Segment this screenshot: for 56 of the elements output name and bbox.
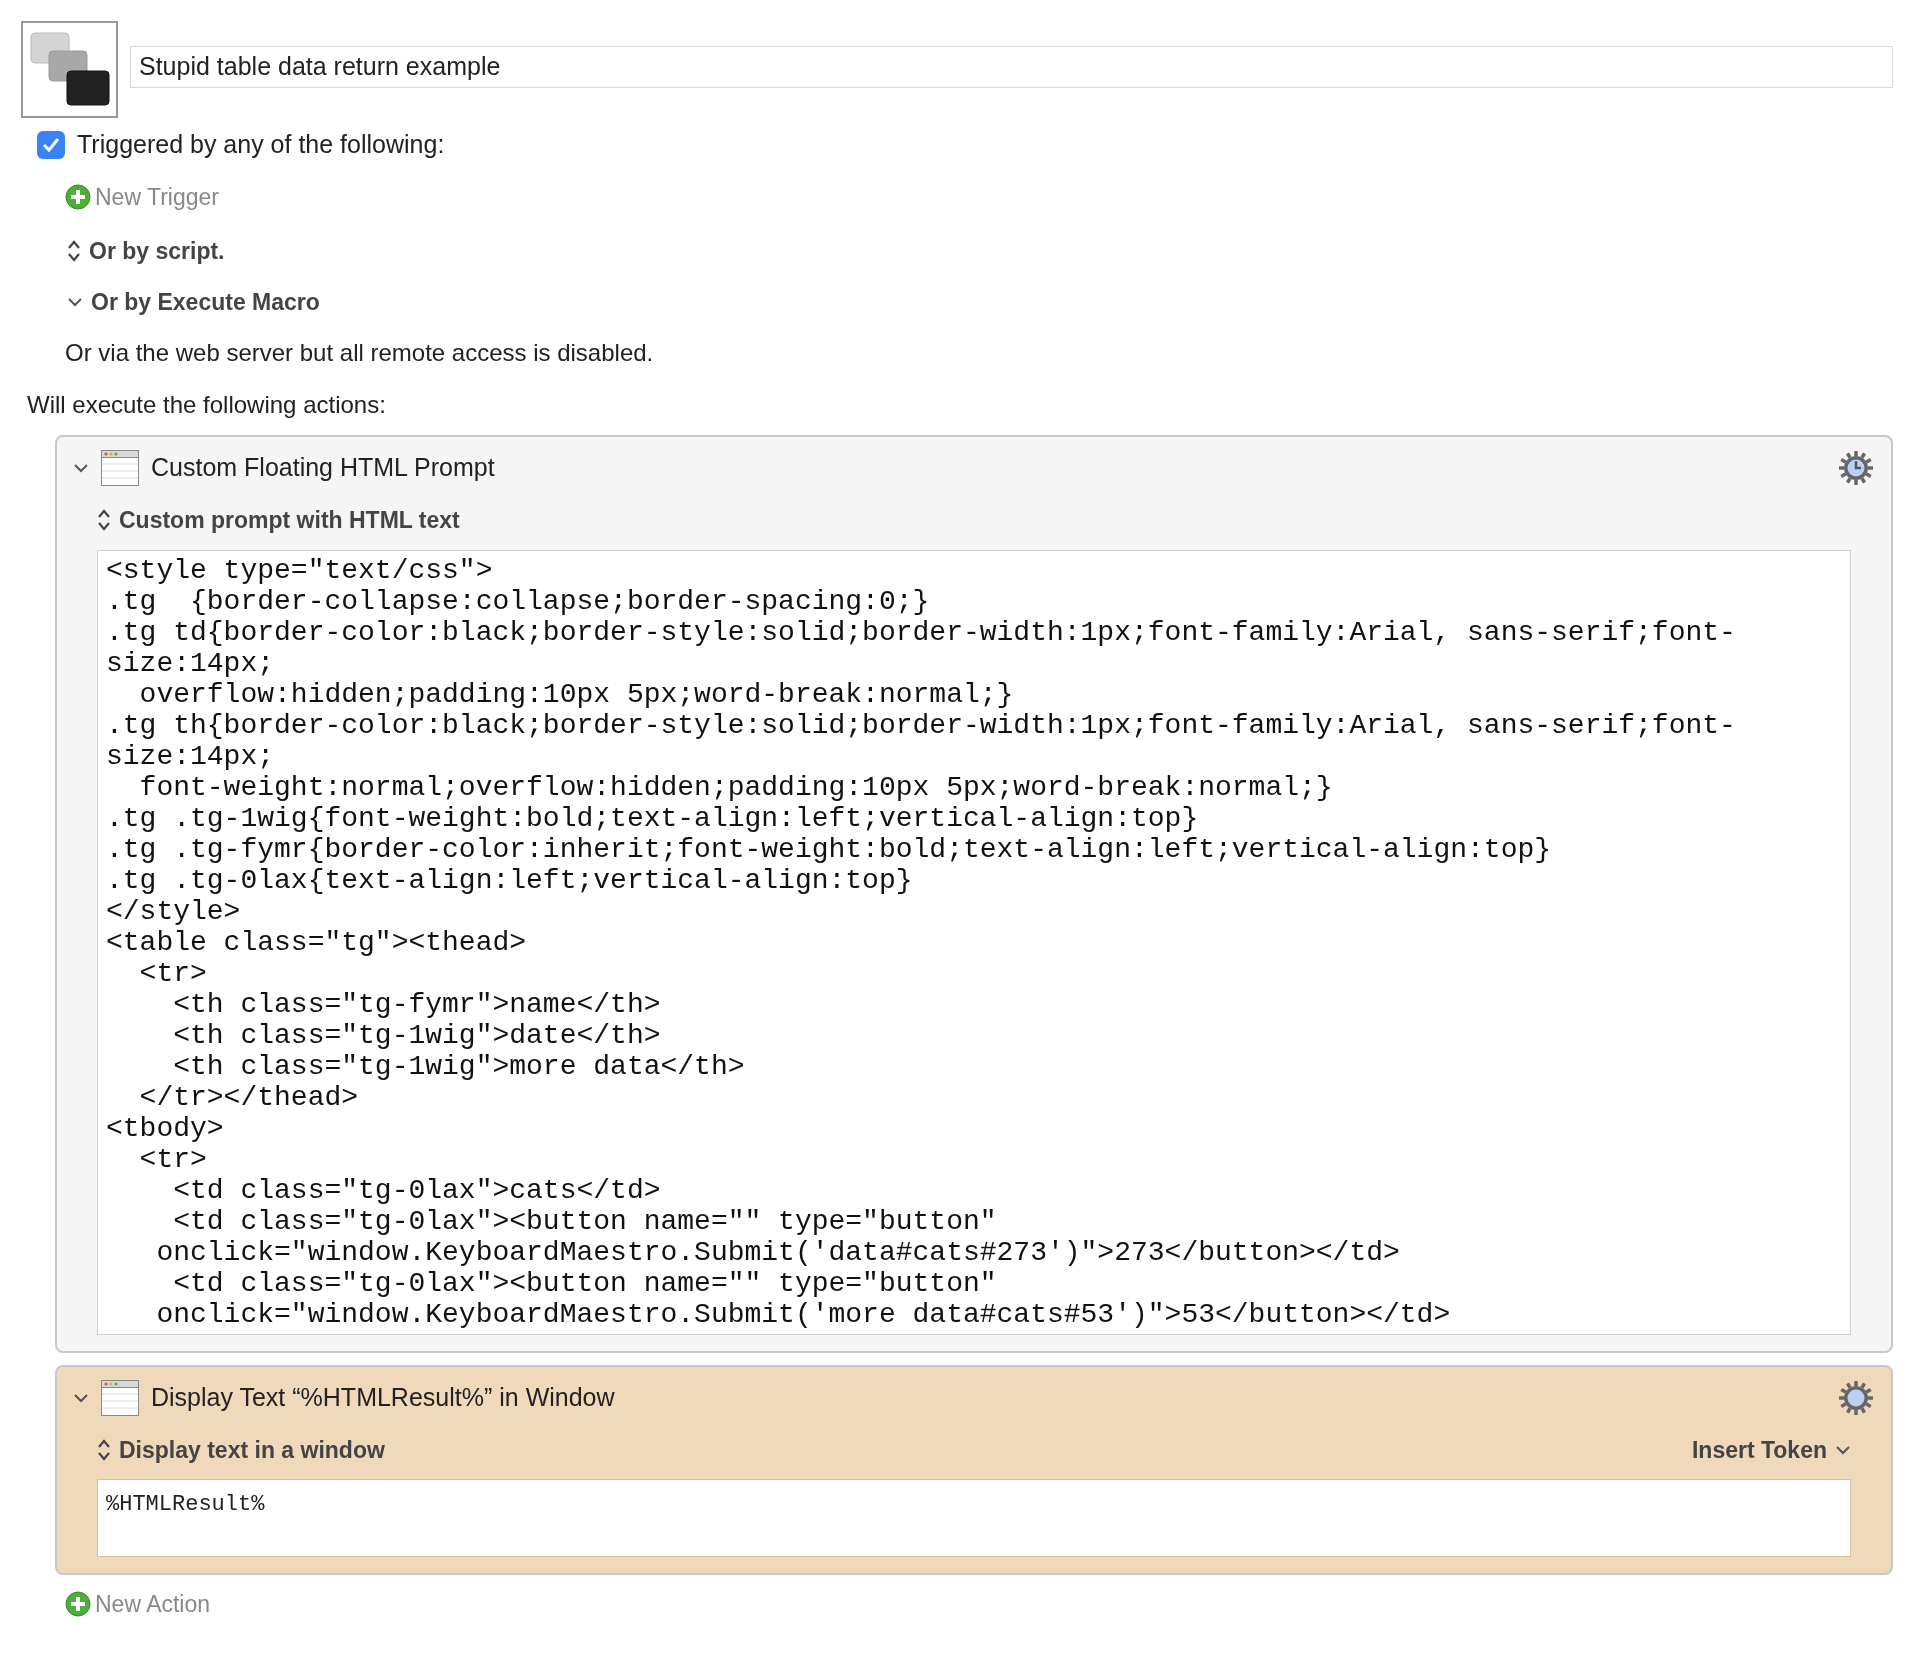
code-line: <th class="tg-fymr">name</th> [172, 988, 662, 1020]
chevron-down-icon[interactable] [73, 1391, 89, 1404]
code-line: size:14px; [106, 740, 276, 772]
macro-icon[interactable] [21, 21, 118, 118]
code-line: <table class="tg"><thead> [106, 926, 528, 958]
web-server-note: Or via the web server but all remote access is disabled. [65, 338, 655, 368]
trigger-section-label[interactable]: Or by Execute Macro [91, 284, 320, 319]
gear-clock-icon[interactable] [1837, 449, 1875, 487]
code-line: .tg {border-collapse:collapse;border-spacing:0;} [106, 585, 931, 617]
code-line: <tbody> [106, 1112, 225, 1144]
code-line: overflow:hidden;padding:10px 5px;word-break:normal;} [138, 678, 1015, 710]
checkmark-icon [42, 136, 60, 153]
chevron-down-icon[interactable] [73, 462, 89, 474]
action-mode-label[interactable]: Custom prompt with HTML text [119, 503, 1851, 538]
insert-token-menu[interactable]: Insert Token [1691, 1432, 1851, 1467]
up-down-chevron-icon[interactable] [67, 239, 81, 264]
code-line: <th class="tg-1wig">more data</th> [172, 1050, 746, 1082]
code-line: <tr> [138, 957, 208, 989]
code-line: <tr> [138, 1143, 208, 1175]
code-line: size:14px; [106, 647, 276, 679]
code-line: .tg td{border-color:black;border-style:solid;border-width:1px;font-family:Arial, sans-serif;font- [106, 616, 1737, 648]
action-title: Display Text “%HTMLResult%” in Window [151, 1381, 616, 1413]
code-line: <td class="tg-0lax"><button name="" type="button" [172, 1267, 998, 1299]
code-line: <th class="tg-1wig">date</th> [172, 1019, 662, 1051]
action-title: Custom Floating HTML Prompt [151, 452, 496, 484]
code-line: </style> [106, 895, 242, 927]
settings-icon[interactable] [1837, 1378, 1875, 1417]
code-line: .tg th{border-color:black;border-style:solid;border-width:1px;font-family:Arial, sans-serif;font- [106, 709, 1737, 741]
add-icon [65, 1591, 91, 1618]
code-line: </tr></thead> [138, 1081, 360, 1113]
window-icon [101, 1379, 139, 1416]
code-line: font-weight:normal;overflow:hidden;padding:10px 5px;word-break:normal;} [138, 771, 1334, 803]
chevron-down-icon[interactable] [1835, 1443, 1851, 1456]
code-line: .tg .tg-fymr{border-color:inherit;font-weight:bold;text-align:left;vertical-align:top} [106, 833, 1553, 865]
code-line: .tg .tg-0lax{text-align:left;vertical-align:top} [106, 864, 914, 896]
trigger-checkbox[interactable] [37, 130, 65, 159]
code-line: onclick="window.KeyboardMaestro.Submit('more data#cats#53')">53</button></td> [155, 1298, 1452, 1330]
code-editor[interactable] [97, 549, 1851, 1335]
new-action-button[interactable]: New Action [65, 1587, 211, 1622]
code-line: <td class="tg-0lax">cats</td> [172, 1174, 662, 1206]
trigger-label: Triggered by any of the following: [77, 129, 445, 160]
trigger-section-label[interactable]: Or by script. [89, 234, 225, 269]
code-line: onclick="window.KeyboardMaestro.Submit('data#cats#273')">273</button></td> [155, 1236, 1401, 1268]
chevron-down-icon[interactable] [67, 295, 83, 308]
up-down-chevron-icon[interactable] [97, 508, 111, 533]
window-icon [101, 450, 139, 486]
up-down-chevron-icon[interactable] [97, 1437, 111, 1462]
action-mode-label[interactable]: Display text in a window [119, 1432, 1684, 1467]
code-line: <style type="text/css"> [106, 554, 494, 586]
add-icon [65, 183, 91, 210]
new-trigger-button[interactable]: New Trigger [65, 179, 219, 214]
text-field[interactable]: %HTMLResult% [97, 1479, 1851, 1557]
actions-heading: Will execute the following actions: [27, 390, 387, 420]
code-line: .tg .tg-1wig{font-weight:bold;text-align:left;vertical-align:top} [106, 802, 1200, 834]
macro-name-field[interactable]: Stupid table data return example [130, 45, 1893, 88]
code-line: <td class="tg-0lax"><button name="" type="button" [172, 1205, 998, 1237]
